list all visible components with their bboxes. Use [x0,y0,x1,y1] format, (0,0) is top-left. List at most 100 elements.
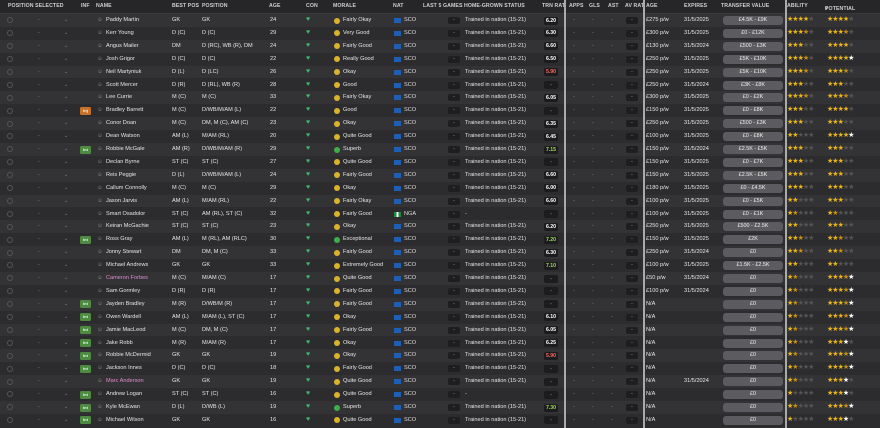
chevron-down-icon[interactable]: ⌄ [64,298,68,311]
player-name[interactable]: Andrew Logan [106,388,142,401]
table-row[interactable]: - ⌄ Int ☺ Jake Robb M (R) M/AM (R) 17 ♥ Okay SCO - T… [0,336,880,350]
chevron-down-icon[interactable]: ⌄ [64,79,68,92]
table-row[interactable]: - ⌄ ☺ Cameron Forbes M (C) M/AM (C) 17 ♥ Quite G… [0,272,880,285]
chevron-down-icon[interactable]: ⌄ [64,66,68,79]
table-row[interactable]: - ⌄ ☺ Scott Mercer D (R) D (RL), WB (R) 28 ♥ Goo… [0,78,880,92]
select-radio[interactable] [7,391,13,398]
table-row[interactable]: - ⌄ Int ☺ Jayden Bradley M (R) D/WB/M (R) 17 ♥ Fa… [0,297,880,311]
player-name[interactable]: Angus Mailer [106,40,139,53]
player-name[interactable]: Conor Doan [106,117,136,130]
select-radio[interactable] [7,352,13,359]
player-name[interactable]: Cameron Forbes [106,272,148,285]
col-age[interactable]: AGE [269,3,281,9]
col-wage[interactable]: AGE [646,3,658,9]
select-radio[interactable] [7,185,13,192]
select-radio[interactable] [7,223,13,230]
select-radio[interactable] [7,146,13,153]
col-ast[interactable]: AST [608,3,619,9]
player-name[interactable]: Keiran McGachie [106,220,149,233]
table-row[interactable]: - ⌄ ☺ Marc Anderson GK GK 19 ♥ Quite Good SCO - Tra… [0,375,880,389]
table-row[interactable]: - ⌄ Int ☺ Kyle McEwan D (L) D/WB (L) 19 ♥ Superb S… [0,401,880,414]
select-radio[interactable] [7,94,13,101]
chevron-down-icon[interactable]: ⌄ [64,259,68,272]
table-row[interactable]: - ⌄ ☺ Neil Martyniuk D (L) D (LC) 26 ♥ Okay SCO - T… [0,65,880,79]
select-radio[interactable] [7,236,13,243]
col-transfer-value[interactable]: TRANSFER VALUE [721,3,769,9]
select-radio[interactable] [7,30,13,37]
table-row[interactable]: - ⌄ ☺ Michael Andrews GK GK 33 ♥ Extremely Good S… [0,259,880,272]
table-row[interactable]: - ⌄ Int ☺ Owen Wardell AM (L) M/AM (L), ST (C)… [0,310,880,324]
select-radio[interactable] [7,301,13,308]
col-con[interactable]: CON [306,3,318,9]
select-radio[interactable] [7,172,13,179]
col-position-selected[interactable]: POSITION SELECTED [8,3,64,9]
col-gls[interactable]: GLS [589,3,600,9]
select-radio[interactable] [7,365,13,372]
player-name[interactable]: Bradley Barrett [106,104,143,117]
table-row[interactable]: - ⌄ ☺ Jason Jarvis AM (L) M/AM (RL) 22 ♥ Fairly … [0,194,880,208]
chevron-down-icon[interactable]: ⌄ [64,104,68,117]
table-row[interactable]: - ⌄ ☺ Paddy Martin GK GK 24 ♥ Fairly Okay SCO - Tra… [0,14,880,27]
player-name[interactable]: Neil Martyniuk [106,66,141,79]
table-row[interactable]: - ⌄ ☺ Reis Peggie D (L) D/WB/M/AM (L) 24 ♥ Fairl… [0,168,880,182]
select-radio[interactable] [7,339,13,346]
chevron-down-icon[interactable]: ⌄ [64,414,68,427]
col-ability[interactable]: ABILITY [787,3,808,9]
col-hg-status[interactable]: HOME-GROWN STATUS [464,3,525,9]
select-radio[interactable] [7,43,13,50]
table-row[interactable]: - ⌄ ☺ Smart Osadolor ST (C) AM (RL), ST (C) 32… [0,207,880,221]
player-name[interactable]: Jayden Bradley [106,298,145,311]
player-name[interactable]: Paddy Martin [106,14,139,27]
player-name[interactable]: Michael Andrews [106,259,148,272]
player-name[interactable]: Sam Gormley [106,285,140,298]
col-inf[interactable]: INF [81,3,90,9]
select-radio[interactable] [7,404,13,411]
chevron-down-icon[interactable]: ⌄ [64,27,68,40]
player-name[interactable]: Josh Grigor [106,53,135,66]
chevron-down-icon[interactable]: ⌄ [64,169,68,182]
table-row[interactable]: - ⌄ ☺ Declan Byrne ST (C) ST (C) 27 ♥ Quite Good… [0,155,880,169]
col-name[interactable]: NAME [96,3,112,9]
chevron-down-icon[interactable]: ⌄ [64,130,68,143]
select-radio[interactable] [7,314,13,321]
player-name[interactable]: Jason Jarvis [106,195,137,208]
player-name[interactable]: Jonny Stewart [106,246,141,259]
table-row[interactable]: - ⌄ Inj ☺ Bradley Barrett M (C) D/WB/M/AM (L) 2… [0,104,880,118]
select-radio[interactable] [7,417,13,424]
player-name[interactable]: Michael Wilson [106,414,144,427]
chevron-down-icon[interactable]: ⌄ [64,324,68,337]
player-name[interactable]: Dean Watson [106,130,140,143]
table-row[interactable]: - ⌄ ☺ Lee Currie M (C) M (C) 33 ♥ Fairly Okay SCO… [0,91,880,105]
player-name[interactable]: Kerr Young [106,27,134,40]
select-radio[interactable] [7,326,13,333]
chevron-down-icon[interactable]: ⌄ [64,117,68,130]
select-radio[interactable] [7,197,13,204]
chevron-down-icon[interactable]: ⌄ [64,388,68,401]
chevron-down-icon[interactable]: ⌄ [64,233,68,246]
select-radio[interactable] [7,17,13,24]
chevron-down-icon[interactable]: ⌄ [64,311,68,324]
col-apps[interactable]: APPS [569,3,584,9]
player-name[interactable]: Jackson Innes [106,362,142,375]
col-position[interactable]: POSITION [202,3,228,9]
chevron-down-icon[interactable]: ⌄ [64,246,68,259]
player-name[interactable]: Jamie MacLeod [106,324,146,337]
chevron-down-icon[interactable]: ⌄ [64,182,68,195]
select-radio[interactable] [7,288,13,295]
player-name[interactable]: Lee Currie [106,91,132,104]
player-name[interactable]: Ross Gray [106,233,132,246]
select-radio[interactable] [7,249,13,256]
select-radio[interactable] [7,262,13,269]
col-expires[interactable]: EXPIRES [684,3,707,9]
table-row[interactable]: - ⌄ Int ☺ Ross Gray AM (L) M (RL), AM (RLC) 30 ♥… [0,233,880,247]
chevron-down-icon[interactable]: ⌄ [64,285,68,298]
table-row[interactable]: - ⌄ Int ☺ Andrew Logan ST (C) ST (C) 16 ♥ Quite G… [0,388,880,401]
player-name[interactable]: Kyle McEwan [106,401,140,414]
chevron-down-icon[interactable]: ⌄ [64,220,68,233]
player-name[interactable]: Robbie McDermid [106,349,151,362]
table-row[interactable]: - ⌄ Int ☺ Robbie McGale AM (R) D/WB/M/AM (R) 29… [0,143,880,156]
col-trn-rat[interactable]: TRN RAT [542,3,565,9]
player-name[interactable]: Callum Connolly [106,182,147,195]
chevron-down-icon[interactable]: ⌄ [64,143,68,156]
chevron-down-icon[interactable]: ⌄ [64,362,68,375]
